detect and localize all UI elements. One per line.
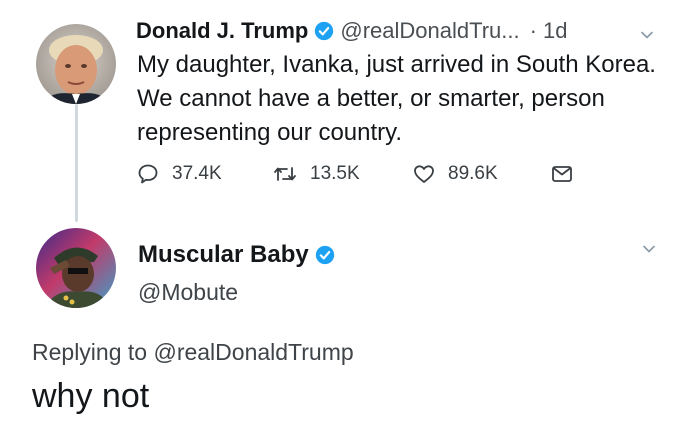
verified-badge-icon <box>315 245 334 265</box>
display-name[interactable]: Muscular Baby <box>138 240 309 270</box>
like-button[interactable]: 89.6K <box>412 162 498 186</box>
chevron-down-icon[interactable] <box>642 242 656 256</box>
tweet-text: My daughter, Ivanka, just arrived in Sou… <box>137 51 656 146</box>
verified-badge-icon <box>315 21 334 41</box>
retweet-count: 13.5K <box>310 163 360 184</box>
tweet-text: why not <box>32 377 150 415</box>
tweet-header: Muscular Baby <box>138 240 341 270</box>
display-name[interactable]: Donald J. Trump <box>136 18 308 44</box>
avatar[interactable] <box>36 24 116 104</box>
tweet-actions: 37.4K 13.5K 89.6K <box>136 162 606 192</box>
chevron-down-icon[interactable] <box>640 28 654 42</box>
handle[interactable]: @Mobute <box>138 278 238 306</box>
separator-dot: · <box>529 18 537 43</box>
avatar-image <box>36 24 116 104</box>
retweet-icon <box>274 167 296 181</box>
reply-count: 37.4K <box>172 163 222 184</box>
envelope-icon <box>552 166 572 182</box>
avatar-image <box>36 228 116 308</box>
replying-to: Replying to @realDonaldTrump <box>32 338 354 366</box>
timestamp[interactable]: 1d <box>543 18 567 44</box>
retweet-button[interactable]: 13.5K <box>272 162 360 186</box>
mention-link[interactable]: @realDonaldTrump <box>153 339 353 365</box>
direct-message-button[interactable] <box>550 162 586 186</box>
like-count: 89.6K <box>448 163 498 184</box>
replying-prefix: Replying to <box>32 339 148 365</box>
heart-icon <box>414 165 434 183</box>
thread-line <box>75 104 78 222</box>
handle[interactable]: @realDonaldTru... <box>340 18 519 44</box>
tweet-header: Donald J. Trump @realDonaldTru... · 1d <box>136 18 676 44</box>
avatar[interactable] <box>36 228 116 308</box>
reply-icon <box>138 164 158 184</box>
reply-button[interactable]: 37.4K <box>136 162 222 186</box>
